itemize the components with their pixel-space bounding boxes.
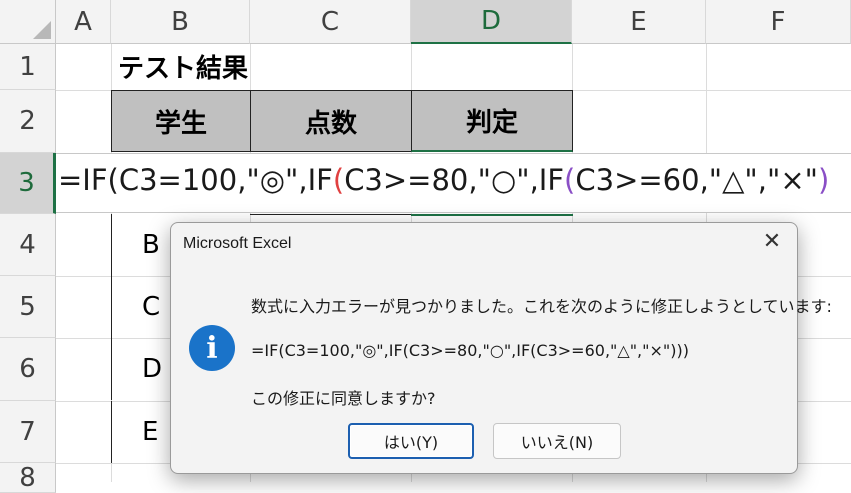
column-header-c[interactable]: C: [250, 0, 411, 44]
row-header-7[interactable]: 7: [0, 401, 56, 463]
error-correction-dialog: Microsoft Excel ✕ i 数式に入力エラーが見つかりました。これを…: [170, 222, 832, 474]
row-header-3[interactable]: 3: [0, 153, 56, 214]
header-cell-judgement[interactable]: 判定: [411, 90, 573, 152]
close-icon[interactable]: ✕: [761, 231, 783, 253]
select-all-corner[interactable]: [0, 0, 56, 44]
formula-edit-text[interactable]: =IF(C3=100,"◎",IF(C3>=80,"○",IF(C3>=60,"…: [58, 163, 829, 197]
row-header-5[interactable]: 5: [0, 276, 56, 338]
column-header-e[interactable]: E: [572, 0, 706, 44]
row-header-8[interactable]: 8: [0, 463, 56, 493]
dialog-title: Microsoft Excel: [183, 235, 292, 252]
info-icon: i: [189, 325, 235, 371]
column-header-f[interactable]: F: [706, 0, 851, 44]
dialog-question: この修正に同意しますか?: [251, 389, 436, 408]
row-header-6[interactable]: 6: [0, 338, 56, 401]
formula-paren: (: [332, 163, 345, 197]
header-cell-score[interactable]: 点数: [250, 90, 412, 152]
cell-border: [411, 214, 573, 216]
formula-paren: (: [564, 163, 576, 197]
formula-part: C3>=80,"○",IF: [344, 163, 565, 197]
column-header-b[interactable]: B: [111, 0, 250, 44]
dialog-message: 数式に入力エラーが見つかりました。これを次のように修正しようとしています:: [251, 297, 832, 316]
header-cell-student[interactable]: 学生: [111, 90, 251, 152]
sheet-title-cell[interactable]: テスト結果: [118, 48, 248, 85]
column-header-a[interactable]: A: [56, 0, 111, 44]
column-header-d[interactable]: D: [411, 0, 572, 44]
no-button[interactable]: いいえ(N): [493, 423, 621, 459]
row-header-1[interactable]: 1: [0, 44, 56, 90]
formula-part: C3>=60,"△","×": [575, 163, 818, 197]
yes-button[interactable]: はい(Y): [348, 423, 474, 459]
row-header-4[interactable]: 4: [0, 214, 56, 276]
corrected-formula: =IF(C3=100,"◎",IF(C3>=80,"○",IF(C3>=60,"…: [251, 341, 689, 360]
formula-part: =IF(C3=100,"◎",IF: [58, 163, 333, 197]
row-header-2[interactable]: 2: [0, 90, 56, 153]
formula-paren: ): [817, 163, 830, 197]
